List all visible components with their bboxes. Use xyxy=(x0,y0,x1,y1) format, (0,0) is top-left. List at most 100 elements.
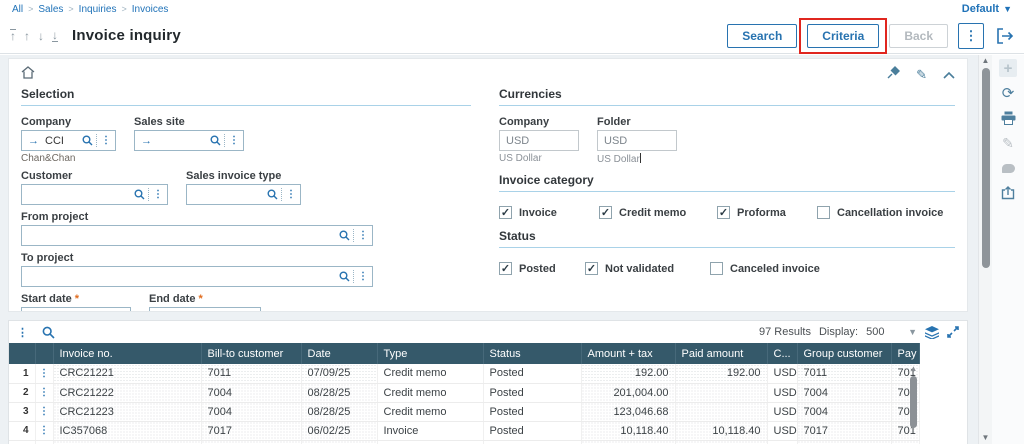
checkbox-icon[interactable] xyxy=(717,206,730,219)
cell-bill-to-customer[interactable]: 7004 xyxy=(201,402,301,421)
table-menu-icon[interactable]: ⋮ xyxy=(17,326,28,339)
cell-type[interactable]: Credit memo xyxy=(377,364,483,383)
previous-record-icon[interactable]: ↑ xyxy=(24,30,30,42)
company-field[interactable]: → CCI ⋮ xyxy=(21,130,116,151)
company-value[interactable]: CCI xyxy=(42,135,82,147)
lookup-icon[interactable] xyxy=(339,230,350,241)
profile-selector[interactable]: Default ▼ xyxy=(962,3,1012,15)
col-invoice-no[interactable]: Invoice no. xyxy=(53,343,201,364)
cell-group-customer[interactable]: 7004 xyxy=(797,383,891,402)
sales-invoice-type-field[interactable]: ⋮ xyxy=(186,184,301,205)
cell-date[interactable]: 06/02/25 xyxy=(301,440,377,444)
first-record-icon[interactable]: ↑ xyxy=(10,29,16,42)
row-menu-icon[interactable]: ⋮ xyxy=(35,440,53,444)
field-menu-icon[interactable]: ⋮ xyxy=(357,230,369,241)
cell-invoice-no[interactable]: CRC21221 xyxy=(53,364,201,383)
end-date-value[interactable]: 09/30/25 xyxy=(153,312,226,313)
exit-icon[interactable] xyxy=(996,28,1014,44)
lookup-icon[interactable] xyxy=(82,135,93,146)
cell-date[interactable]: 08/28/25 xyxy=(301,402,377,421)
cell-group-customer[interactable]: 7017 xyxy=(797,421,891,440)
cell-amount-tax[interactable]: 10,118.40 xyxy=(581,421,675,440)
customer-field[interactable]: ⋮ xyxy=(21,184,168,205)
lookup-icon[interactable] xyxy=(210,135,221,146)
cell-type[interactable]: Credit memo xyxy=(377,383,483,402)
cell-amount-tax[interactable]: 123,046.68 xyxy=(581,402,675,421)
cell-status[interactable]: Posted xyxy=(483,383,581,402)
col-amount-tax[interactable]: Amount + tax xyxy=(581,343,675,364)
checkbox-icon[interactable] xyxy=(599,206,612,219)
jump-arrow-icon[interactable]: → xyxy=(28,135,39,147)
lookup-icon[interactable] xyxy=(339,271,350,282)
table-scrollbar-thumb[interactable] xyxy=(910,376,917,428)
page-scrollbar[interactable]: ▲ ▼ xyxy=(978,55,992,444)
lookup-icon[interactable] xyxy=(267,189,278,200)
edit-icon[interactable]: ✎ xyxy=(916,68,927,81)
breadcrumb-item-all[interactable]: All xyxy=(12,4,23,15)
scroll-up-icon[interactable]: ▲ xyxy=(979,55,992,67)
back-button[interactable]: Back xyxy=(889,24,948,48)
cell-invoice-no[interactable]: CRC21222 xyxy=(53,383,201,402)
checkbox-icon[interactable] xyxy=(499,206,512,219)
cell-amount-tax[interactable]: 192.00 xyxy=(581,364,675,383)
sales-site-field[interactable]: → ⋮ xyxy=(134,130,244,151)
checkbox-invoice[interactable]: Invoice xyxy=(499,206,599,219)
cell-currency[interactable]: USD xyxy=(767,421,797,440)
col-currency[interactable]: C... xyxy=(767,343,797,364)
cell-group-customer[interactable]: 7011 xyxy=(797,364,891,383)
col-bill-to-customer[interactable]: Bill-to customer xyxy=(201,343,301,364)
cell-bill-to-customer[interactable]: 7017 xyxy=(201,421,301,440)
calendar-icon[interactable] xyxy=(226,312,238,313)
cell-amount-tax[interactable]: 201,004.00 xyxy=(581,383,675,402)
cell-date[interactable]: 08/28/25 xyxy=(301,383,377,402)
more-actions-button[interactable]: ⋮ xyxy=(958,23,984,49)
col-date[interactable]: Date xyxy=(301,343,377,364)
breadcrumb-item-inquiries[interactable]: Inquiries xyxy=(79,4,117,15)
table-row[interactable]: 2 ⋮ CRC21222 7004 08/28/25 Credit memo P… xyxy=(9,383,919,402)
start-date-field[interactable]: 06/01/25 ⋮ xyxy=(21,307,131,312)
checkbox-icon[interactable] xyxy=(499,262,512,275)
col-status[interactable]: Status xyxy=(483,343,581,364)
checkbox-posted[interactable]: Posted xyxy=(499,262,585,275)
cell-type[interactable]: Invoice xyxy=(377,421,483,440)
cell-paid-amount[interactable] xyxy=(675,402,767,421)
start-date-value[interactable]: 06/01/25 xyxy=(25,312,96,313)
cell-date[interactable]: 07/09/25 xyxy=(301,364,377,383)
calendar-icon[interactable] xyxy=(96,312,108,313)
cell-type[interactable]: Invoice xyxy=(377,440,483,444)
expand-icon[interactable] xyxy=(947,326,959,338)
field-menu-icon[interactable]: ⋮ xyxy=(100,135,112,146)
pin-icon[interactable] xyxy=(887,66,900,83)
table-row[interactable]: 5 ⋮ IC357069 7004 06/02/25 Invoice Poste… xyxy=(9,440,919,444)
cell-group-customer[interactable]: 7004 xyxy=(797,440,891,444)
checkbox-credit-memo[interactable]: Credit memo xyxy=(599,206,717,219)
cell-bill-to-customer[interactable]: 7004 xyxy=(201,440,301,444)
col-type[interactable]: Type xyxy=(377,343,483,364)
next-record-icon[interactable]: ↓ xyxy=(38,30,44,42)
end-date-field[interactable]: 09/30/25 ⋮ xyxy=(149,307,261,312)
breadcrumb-item-invoices[interactable]: Invoices xyxy=(132,4,169,15)
criteria-button[interactable]: Criteria xyxy=(807,24,879,48)
share-icon[interactable] xyxy=(999,184,1017,202)
layers-icon[interactable] xyxy=(925,326,939,339)
col-paid-amount[interactable]: Paid amount xyxy=(675,343,767,364)
collapse-panel-icon[interactable] xyxy=(943,67,955,83)
checkbox-icon[interactable] xyxy=(710,262,723,275)
table-search-icon[interactable] xyxy=(42,326,55,339)
cell-currency[interactable]: USD xyxy=(767,402,797,421)
row-number-header[interactable] xyxy=(9,343,35,364)
col-group-customer[interactable]: Group customer xyxy=(797,343,891,364)
table-scrollbar[interactable]: ▲ xyxy=(908,365,919,444)
field-menu-icon[interactable]: ⋮ xyxy=(357,271,369,282)
breadcrumb-item-sales[interactable]: Sales xyxy=(38,4,63,15)
cell-bill-to-customer[interactable]: 7011 xyxy=(201,364,301,383)
cell-currency[interactable]: USD xyxy=(767,364,797,383)
display-caret-icon[interactable]: ▼ xyxy=(908,327,917,337)
table-row[interactable]: 1 ⋮ CRC21221 7011 07/09/25 Credit memo P… xyxy=(9,364,919,383)
cell-type[interactable]: Credit memo xyxy=(377,402,483,421)
cell-paid-amount[interactable]: 10,118.40 xyxy=(675,421,767,440)
print-icon[interactable] xyxy=(999,109,1017,127)
cell-amount-tax[interactable]: 4,000.00 xyxy=(581,440,675,444)
row-menu-icon[interactable]: ⋮ xyxy=(35,364,53,383)
table-row[interactable]: 4 ⋮ IC357068 7017 06/02/25 Invoice Poste… xyxy=(9,421,919,440)
